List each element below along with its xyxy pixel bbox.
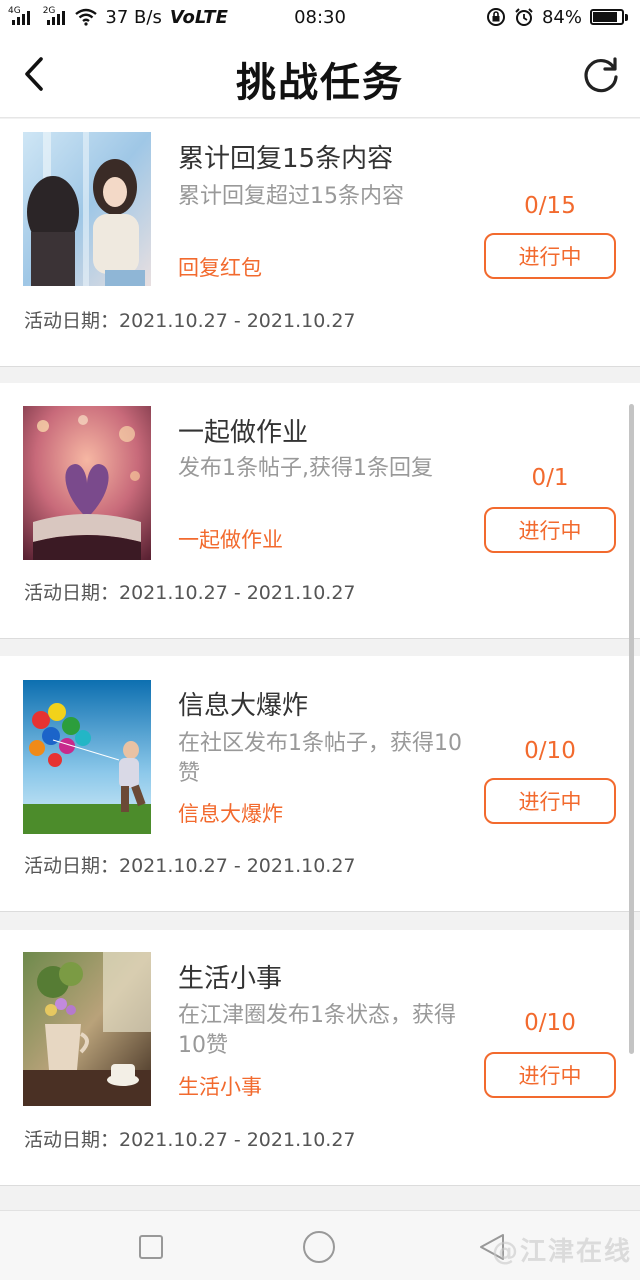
wifi-icon [75,8,98,26]
task-tag: 生活小事 [178,1075,262,1099]
scrollbar[interactable] [629,404,634,1054]
task-date: 活动日期：2021.10.27 - 2021.10.27 [24,855,356,877]
status-bar: 4G 2G 37 B/s VoLTE 08:30 84% [0,0,640,34]
task-title: 生活小事 [178,964,283,994]
task-status-button[interactable]: 进行中 [484,778,616,824]
page-title: 挑战任务 [236,60,404,106]
task-description: 在江津圈发布1条状态，获得10赞 [178,1003,456,1058]
network-speed: 37 B/s [105,6,162,28]
task-thumbnail [23,406,151,560]
task-progress: 0/15 [524,193,576,219]
task-card[interactable]: 一起做作业 发布1条帖子,获得1条回复 一起做作业 0/1 进行中 活动日期：2… [0,383,640,639]
task-thumbnail [23,952,151,1106]
network-type-4g: 4G [8,6,21,16]
task-tag: 一起做作业 [178,528,283,552]
task-date: 活动日期：2021.10.27 - 2021.10.27 [24,1129,356,1151]
rotation-lock-icon [486,8,505,26]
task-status-button[interactable]: 进行中 [484,233,616,279]
square-icon [139,1235,163,1259]
task-progress: 0/10 [524,738,576,764]
circle-icon [303,1231,335,1263]
task-description: 累计回复超过15条内容 [178,184,404,209]
task-date: 活动日期：2021.10.27 - 2021.10.27 [24,582,356,604]
system-nav-bar: @江津在线 [0,1210,640,1280]
task-title: 累计回复15条内容 [178,144,394,174]
network-type-2g: 2G [42,6,56,16]
task-description: 发布1条帖子,获得1条回复 [178,456,433,481]
volte-indicator: VoLTE [169,6,228,28]
refresh-button[interactable] [578,52,624,98]
task-title: 信息大爆炸 [178,691,309,721]
alarm-icon [515,8,533,26]
task-title: 一起做作业 [178,418,309,448]
battery-icon [590,9,628,25]
task-tag: 信息大爆炸 [178,802,283,826]
task-thumbnail [23,680,151,834]
task-card[interactable]: 信息大爆炸 在社区发布1条帖子，获得10赞 信息大爆炸 0/10 进行中 活动日… [0,656,640,912]
task-status-button[interactable]: 进行中 [484,507,616,553]
home-button[interactable] [301,1229,337,1265]
task-progress: 0/1 [531,465,569,491]
task-description: 在社区发布1条帖子，获得10赞 [178,731,462,786]
task-status-button[interactable]: 进行中 [484,1052,616,1098]
battery-percent: 84% [541,6,582,28]
app-header: 挑战任务 [0,34,640,118]
task-thumbnail [23,132,151,286]
task-card[interactable]: 累计回复15条内容 累计回复超过15条内容 回复红包 0/15 进行中 活动日期… [0,119,640,367]
recents-button[interactable] [133,1229,169,1265]
task-card[interactable]: 生活小事 在江津圈发布1条状态，获得10赞 生活小事 0/10 进行中 活动日期… [0,930,640,1186]
task-tag: 回复红包 [178,256,262,280]
refresh-icon [584,57,618,93]
task-date: 活动日期：2021.10.27 - 2021.10.27 [24,310,356,332]
watermark: @江津在线 [491,1237,632,1267]
task-progress: 0/10 [524,1010,576,1036]
